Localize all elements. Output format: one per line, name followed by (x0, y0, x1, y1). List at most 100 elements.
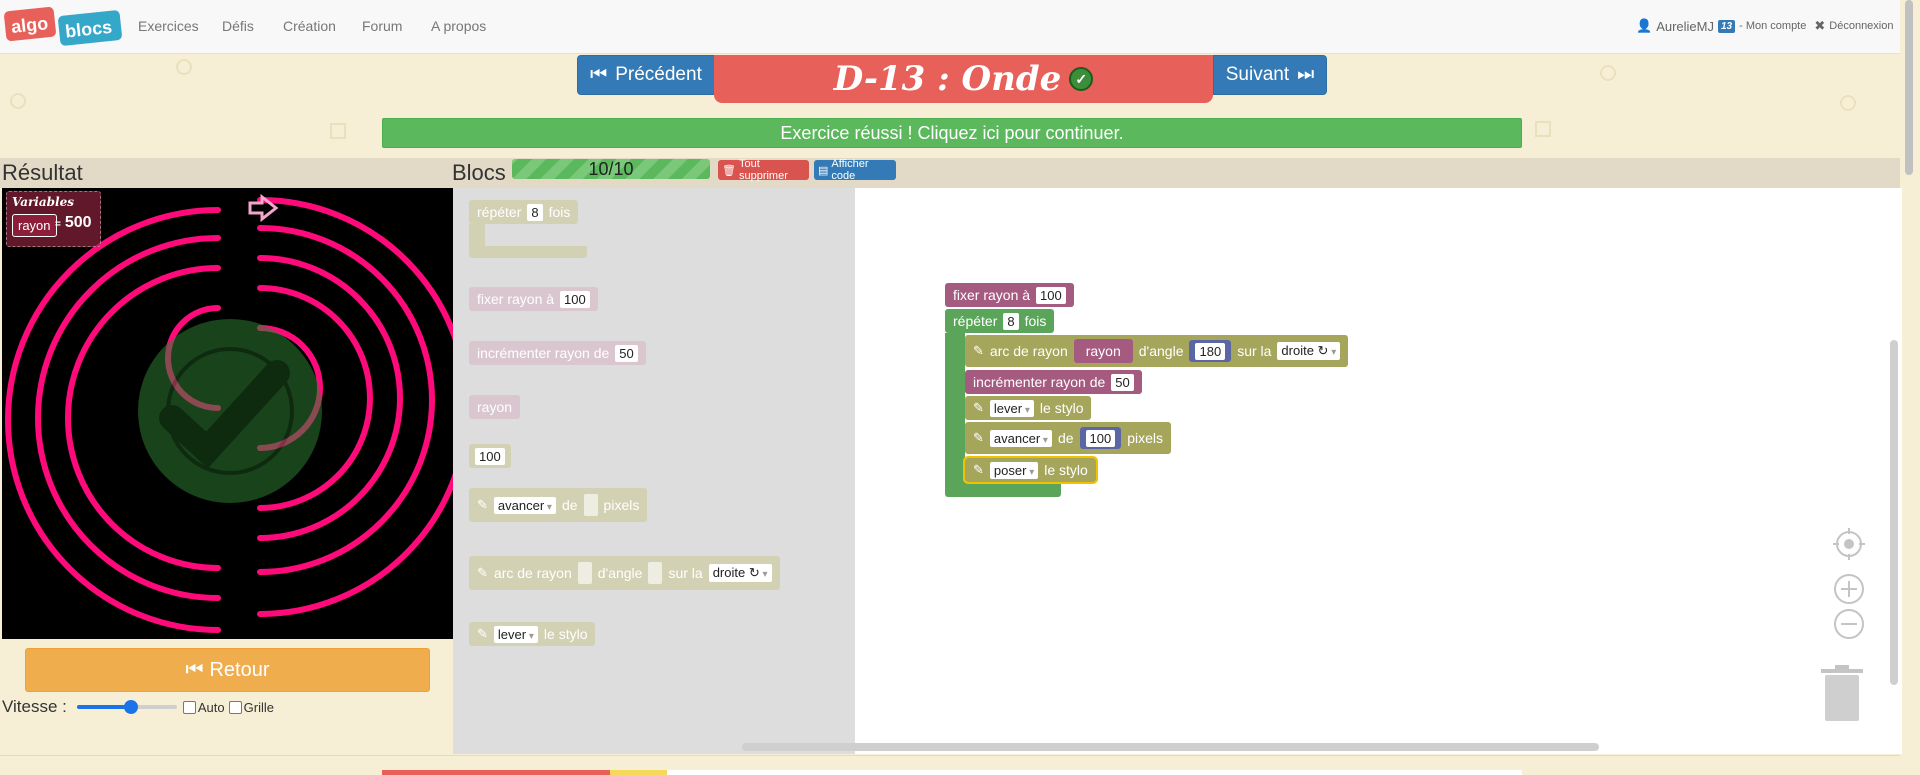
next-button[interactable]: Suivant ⏭ (1213, 55, 1327, 95)
nav-apropos[interactable]: A propos (431, 18, 486, 34)
ws-forward-de-label: de (1057, 430, 1074, 446)
speed-slider-thumb[interactable] (124, 700, 139, 714)
ws-pen-up-block[interactable]: ✎ lever le stylo (965, 396, 1092, 420)
toolbox-pen-block[interactable]: ✎ lever le stylo (469, 622, 596, 646)
page-scrollbar[interactable] (1905, 0, 1913, 175)
ws-forward-block[interactable]: ✎ avancer de 100 pixels (965, 422, 1172, 454)
delete-all-label: Tout supprimer (738, 158, 788, 182)
drawing-canvas[interactable]: Variables rayon = 500 (2, 188, 453, 639)
delete-all-button[interactable]: 🗑 Tout supprimer (718, 158, 809, 182)
svg-text:algo: algo (10, 13, 49, 37)
retour-button[interactable]: ⏮ Retour (25, 648, 430, 692)
ws-arc-direction-dropdown[interactable]: droite ↻ (1277, 342, 1341, 360)
user-icon: 👤 (1636, 18, 1653, 33)
toolbox-arc-block[interactable]: ✎ arc de rayon d'angle sur la droite ↻ (469, 556, 780, 590)
pencil-icon: ✎ (477, 626, 488, 641)
speed-label: Vitesse : (2, 697, 67, 716)
rayon-variable-label: rayon (477, 399, 513, 415)
level-badge: 13 (1717, 19, 1736, 33)
blocks-progress-text: 10/10 (588, 158, 634, 179)
previous-button[interactable]: ⏮ Précédent (577, 55, 715, 95)
nav-defis[interactable]: Défis (222, 18, 254, 34)
trash-icon[interactable] (1819, 665, 1865, 723)
previous-label: Précédent (615, 64, 702, 85)
repeat-after-label: fois (548, 204, 571, 220)
pen-dropdown[interactable]: lever (493, 625, 538, 643)
set-radius-field[interactable]: 100 (560, 290, 590, 308)
toolbox-repeat-block[interactable]: répéter 8 fois (469, 200, 587, 260)
repeat-header: répéter 8 fois (469, 200, 579, 224)
algoblocs-logo[interactable]: algo blocs (3, 5, 123, 49)
ws-arc-rayon-var[interactable]: rayon (1073, 339, 1133, 363)
workspace-vertical-scrollbar[interactable] (1890, 340, 1898, 685)
blocks-toolbox: répéter 8 fois fixer rayon à 100 incréme… (453, 188, 855, 754)
ws-increment-block[interactable]: incrémenter rayon de 50 (965, 370, 1142, 394)
account-link[interactable]: - Mon compte (1739, 20, 1806, 32)
arc-radius-slot[interactable] (577, 562, 592, 584)
variable-value-row: = 500 (55, 214, 92, 232)
deco-square (1535, 121, 1551, 137)
blocks-workspace[interactable]: fixer rayon à 100 répéter 8 fois ✎ arc d… (855, 188, 1902, 754)
success-banner[interactable]: Exercice réussi ! Cliquez ici pour conti… (382, 118, 1522, 148)
repeat-label: répéter (477, 204, 522, 220)
toolbox-number-block[interactable]: 100 (469, 444, 511, 468)
ws-forward-dropdown[interactable]: avancer (989, 429, 1052, 447)
workspace-horizontal-scrollbar[interactable] (742, 743, 1599, 751)
ws-arc-rayon-label: rayon (1085, 343, 1121, 359)
toolbox-set-radius-block[interactable]: fixer rayon à 100 (469, 287, 598, 311)
exercise-title-box: D-13 : Onde ✓ (714, 55, 1213, 103)
logout-link[interactable]: Déconnexion (1829, 20, 1893, 32)
repeat-footer (469, 246, 587, 258)
nav-creation[interactable]: Création (283, 18, 336, 34)
forward-input-slot[interactable] (583, 494, 598, 516)
ws-increment-field[interactable]: 50 (1111, 373, 1134, 391)
drawing-svg (5, 193, 453, 633)
deco-circle (1600, 65, 1616, 81)
ws-set-radius-block[interactable]: fixer rayon à 100 (945, 283, 1074, 307)
deco-square (330, 123, 346, 139)
ws-arc-block[interactable]: ✎ arc de rayon rayon d'angle 180 sur la … (965, 335, 1349, 367)
ws-repeat-label: répéter (953, 313, 998, 329)
nav-exercices[interactable]: Exercices (138, 18, 199, 34)
grid-label: Grille (243, 699, 274, 715)
show-code-button[interactable]: ▤ Afficher code (814, 158, 896, 182)
panel-header-row (0, 158, 1900, 188)
ws-arc-angle-label: d'angle (1138, 343, 1184, 359)
auto-label: Auto (197, 699, 225, 715)
set-radius-label: fixer rayon à (477, 291, 555, 307)
minus-circle-icon[interactable] (1833, 608, 1865, 640)
auto-checkbox[interactable] (182, 700, 196, 714)
toolbox-forward-block[interactable]: ✎ avancer de pixels (469, 488, 648, 522)
ws-pen-down-dropdown[interactable]: poser (989, 461, 1039, 479)
ws-pen-down-block[interactable]: ✎ poser le stylo (963, 456, 1098, 484)
pencil-icon: ✎ (973, 462, 984, 477)
check-circle-icon: ✓ (1069, 67, 1094, 91)
ws-arc-angle-field[interactable]: 180 (1195, 342, 1226, 360)
arc-direction-dropdown[interactable]: droite ↻ (708, 564, 772, 582)
toolbox-rayon-variable[interactable]: rayon (469, 395, 521, 419)
ws-set-radius-field[interactable]: 100 (1036, 286, 1066, 304)
plus-circle-icon[interactable] (1833, 573, 1865, 605)
grid-checkbox[interactable] (228, 700, 242, 714)
ws-forward-number-block[interactable]: 100 (1079, 427, 1122, 449)
trash-icon: 🗑 (722, 164, 736, 177)
ws-repeat-count-field[interactable]: 8 (1003, 312, 1019, 330)
nav-forum[interactable]: Forum (362, 18, 402, 34)
crosshair-icon[interactable] (1833, 528, 1865, 560)
ws-pen-up-dropdown[interactable]: lever (989, 399, 1034, 417)
increment-field[interactable]: 50 (615, 344, 638, 362)
username-link[interactable]: AurelieMJ (1656, 19, 1714, 34)
forward-dropdown[interactable]: avancer (493, 496, 556, 514)
result-heading: Résultat (2, 160, 83, 185)
ws-increment-label: incrémenter rayon de (973, 374, 1106, 390)
number-field[interactable]: 100 (475, 447, 505, 465)
pencil-icon: ✎ (973, 343, 984, 358)
pencil-icon: ✎ (477, 565, 488, 580)
toolbox-increment-block[interactable]: incrémenter rayon de 50 (469, 341, 646, 365)
repeat-count-field[interactable]: 8 (527, 203, 543, 221)
speed-slider[interactable] (76, 700, 177, 714)
arc-angle-slot[interactable] (648, 562, 663, 584)
ws-arc-angle-block[interactable]: 180 (1189, 340, 1232, 362)
ws-forward-field[interactable]: 100 (1085, 429, 1116, 447)
pencil-icon: ✎ (973, 430, 984, 445)
